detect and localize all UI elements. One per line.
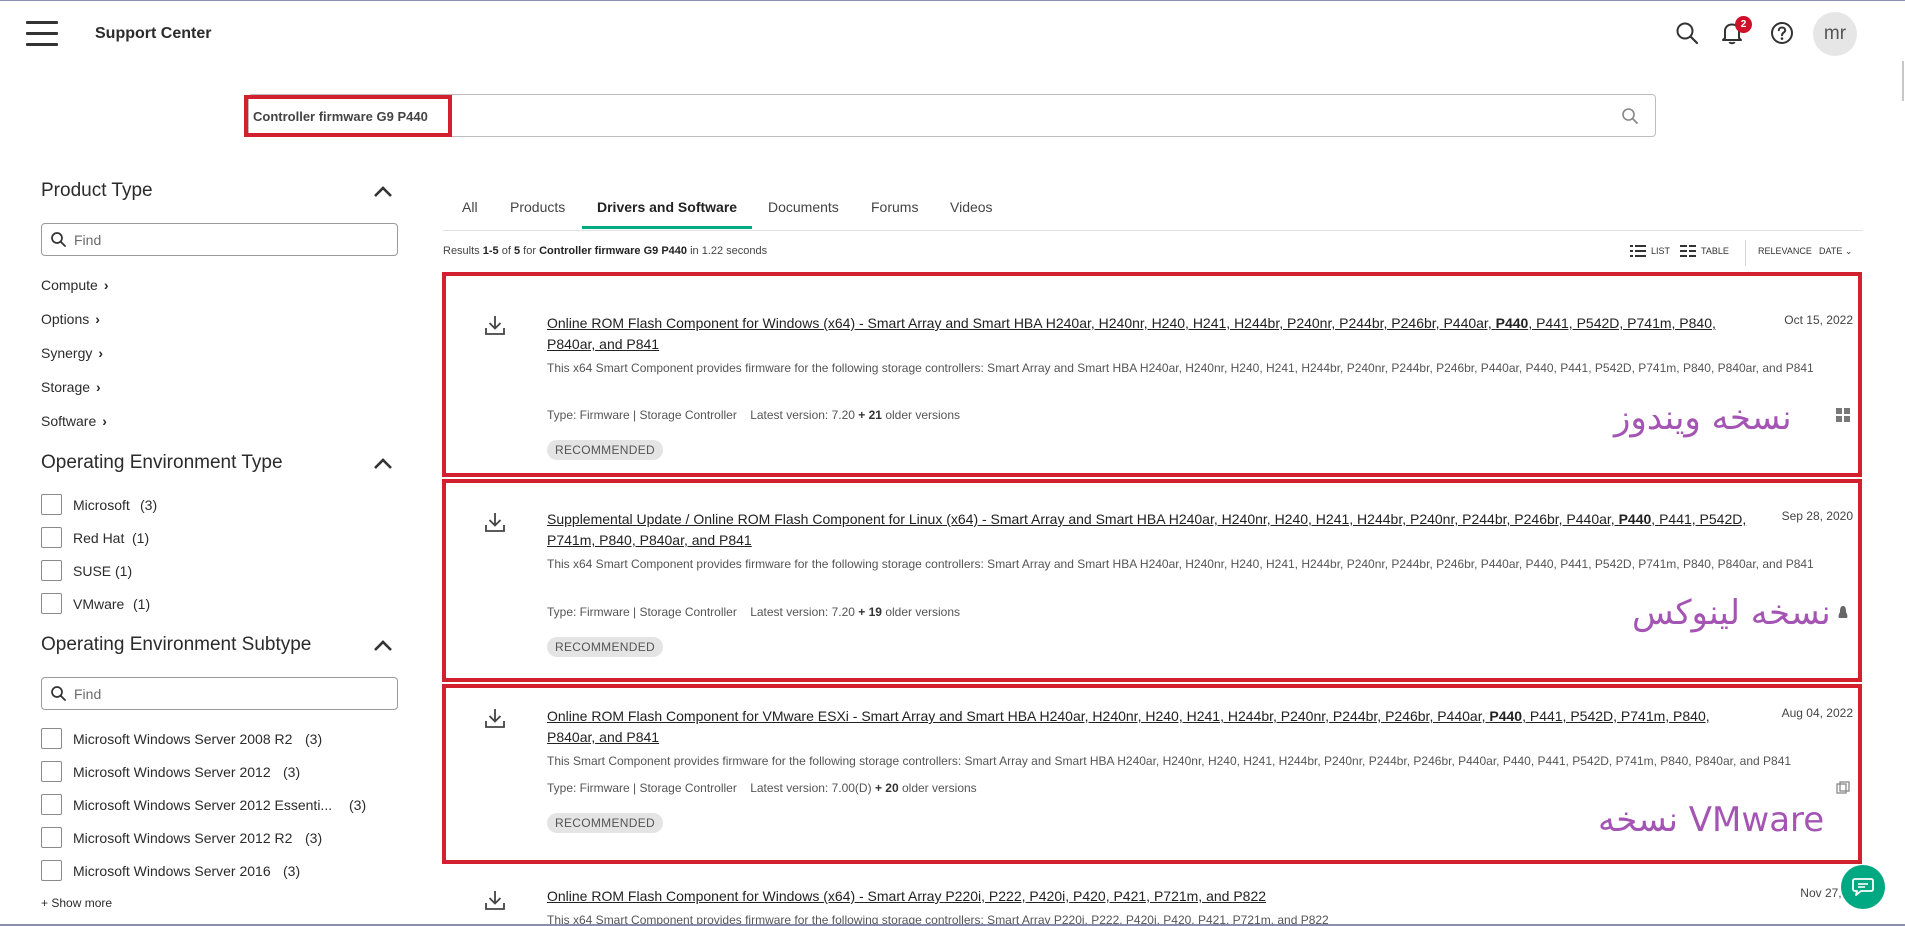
search-icon [51, 232, 66, 247]
product-type-storage[interactable]: Storage › [41, 379, 101, 395]
os-subtype-find-input[interactable]: Find [41, 677, 398, 710]
os-subtype-heading: Operating Environment Subtype [41, 634, 312, 655]
search-submit-icon[interactable] [1620, 106, 1640, 126]
show-more-link[interactable]: + Show more [41, 896, 112, 910]
result-title-link[interactable]: Online ROM Flash Component for Windows (… [547, 313, 1747, 355]
sort-date[interactable]: DATE ⌄ [1819, 246, 1852, 257]
result-description: This x64 Smart Component provides firmwa… [547, 913, 1329, 924]
find-placeholder: Find [74, 232, 102, 248]
checkbox[interactable] [41, 728, 62, 749]
download-icon[interactable] [483, 510, 507, 534]
tab-documents[interactable]: Documents [768, 199, 839, 215]
product-type-compute[interactable]: Compute › [41, 277, 108, 293]
result-card: Online ROM Flash Component for Windows (… [443, 870, 1865, 926]
notification-badge: 2 [1735, 16, 1752, 33]
list-view-icon[interactable] [1630, 244, 1646, 258]
table-view-button[interactable]: TABLE [1701, 246, 1729, 256]
chat-button[interactable] [1841, 865, 1885, 909]
tab-drivers-and-software[interactable]: Drivers and Software [597, 199, 737, 215]
annotation-linux: نسخه لینوکس [1632, 593, 1831, 633]
product-type-heading: Product Type [41, 180, 153, 201]
avatar[interactable]: mr [1813, 12, 1857, 56]
annotation-vmware: نسخه VMware [1598, 800, 1825, 840]
scrollbar[interactable] [1902, 61, 1904, 101]
top-header: Support Center 2 mr [0, 0, 1905, 101]
result-title-link[interactable]: Online ROM Flash Component for VMware ES… [547, 706, 1747, 748]
tab-forums[interactable]: Forums [871, 199, 918, 215]
result-card: Online ROM Flash Component for Windows (… [443, 276, 1863, 476]
checkbox[interactable] [41, 494, 62, 515]
result-description: This x64 Smart Component provides firmwa… [547, 361, 1814, 375]
recommended-badge: RECOMMENDED [547, 637, 663, 657]
checkbox[interactable] [41, 860, 62, 881]
result-description: This x64 Smart Component provides firmwa… [547, 557, 1814, 571]
checkbox[interactable] [41, 527, 62, 548]
vmware-icon [1836, 781, 1850, 794]
help-icon[interactable] [1768, 19, 1796, 47]
result-date: Aug 04, 2022 [1781, 706, 1853, 720]
product-type-synergy[interactable]: Synergy › [41, 345, 103, 361]
tab-all[interactable]: All [462, 199, 478, 215]
search-input[interactable] [248, 94, 1656, 137]
sort-divider [1745, 240, 1746, 266]
result-date: Oct 15, 2022 [1784, 313, 1853, 327]
chevron-right-icon: › [96, 379, 101, 395]
collapse-product-type-icon[interactable] [372, 184, 394, 198]
chevron-right-icon: › [98, 345, 104, 361]
annotation-windows: نسخه ویندوز [1614, 398, 1792, 438]
product-type-software[interactable]: Software › [41, 413, 107, 429]
download-icon[interactable] [483, 313, 507, 337]
search-icon[interactable] [1673, 19, 1701, 47]
result-title-link[interactable]: Online ROM Flash Component for Windows (… [547, 886, 1747, 907]
os-type-heading: Operating Environment Type [41, 452, 283, 473]
result-meta: Type: Firmware | Storage Controller Late… [547, 408, 961, 422]
checkbox[interactable] [41, 560, 62, 581]
recommended-badge: RECOMMENDED [547, 440, 663, 460]
collapse-os-type-icon[interactable] [372, 456, 394, 470]
download-icon[interactable] [483, 706, 507, 730]
result-card: Online ROM Flash Component for VMware ES… [443, 688, 1863, 863]
checkbox[interactable] [41, 827, 62, 848]
tabs-divider [443, 230, 1863, 231]
download-icon[interactable] [483, 888, 507, 912]
find-placeholder: Find [74, 686, 102, 702]
result-card: Supplemental Update / Online ROM Flash C… [443, 483, 1863, 679]
search-query-highlight [244, 95, 452, 137]
chat-icon [1852, 878, 1874, 896]
windows-icon [1836, 408, 1850, 422]
product-type-options[interactable]: Options › [41, 311, 100, 327]
checkbox[interactable] [41, 761, 62, 782]
search-icon [51, 686, 66, 701]
results-summary: Results 1-5 of 5 for Controller firmware… [443, 245, 768, 257]
product-type-find-input[interactable]: Find [41, 223, 398, 256]
checkbox[interactable] [41, 593, 62, 614]
chevron-down-icon: ⌄ [1844, 246, 1853, 256]
list-view-button[interactable]: LIST [1651, 246, 1670, 256]
active-tab-indicator [582, 226, 752, 229]
chevron-right-icon: › [95, 311, 100, 327]
result-meta: Type: Firmware | Storage Controller Late… [547, 605, 961, 619]
chevron-right-icon: › [102, 413, 107, 429]
chevron-right-icon: › [103, 277, 109, 293]
result-title-link[interactable]: Supplemental Update / Online ROM Flash C… [547, 509, 1747, 551]
recommended-badge: RECOMMENDED [547, 813, 663, 833]
result-meta: Type: Firmware | Storage Controller Late… [547, 781, 977, 795]
menu-icon[interactable] [26, 21, 58, 47]
table-view-icon[interactable] [1680, 244, 1696, 258]
collapse-os-subtype-icon[interactable] [372, 638, 394, 652]
tab-videos[interactable]: Videos [950, 199, 993, 215]
checkbox[interactable] [41, 794, 62, 815]
sort-relevance[interactable]: RELEVANCE [1758, 246, 1812, 256]
tab-products[interactable]: Products [510, 199, 565, 215]
app-title: Support Center [95, 25, 212, 42]
result-description: This Smart Component provides firmware f… [547, 754, 1792, 768]
linux-icon [1838, 606, 1848, 618]
result-date: Sep 28, 2020 [1781, 509, 1853, 523]
